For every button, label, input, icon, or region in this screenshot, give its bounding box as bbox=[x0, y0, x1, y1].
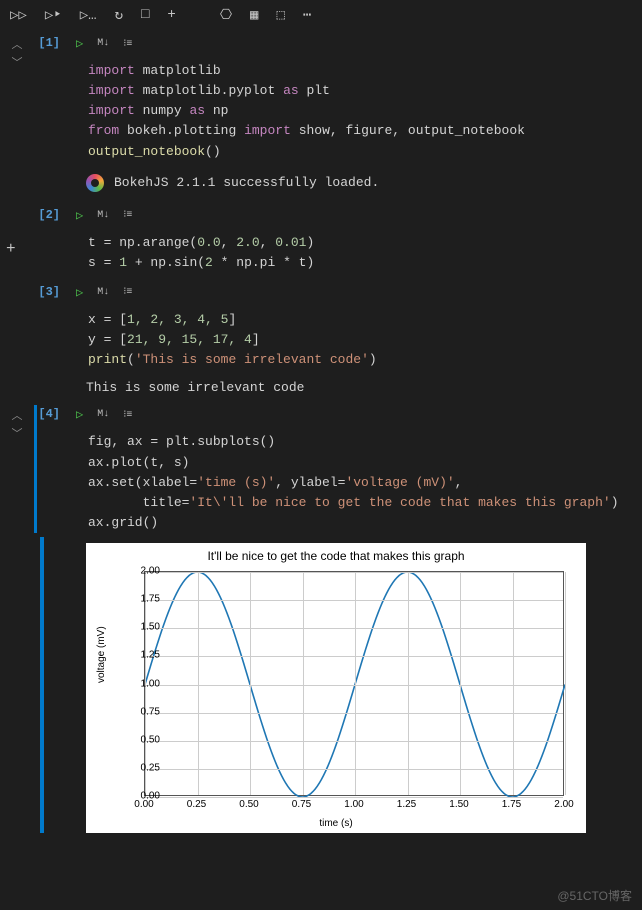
run-cell-icon[interactable]: ▷ bbox=[76, 285, 83, 300]
x-tick: 0.50 bbox=[239, 799, 258, 810]
cell-4[interactable]: ︿ ﹀ [4] ▷ M↓ ⁝≡ fig, ax = plt.subplots()… bbox=[0, 405, 642, 833]
cell-2[interactable]: [2] ▷ M↓ ⁝≡ t = np.arange(0.0, 2.0, 0.01… bbox=[0, 206, 642, 277]
x-tick: 1.00 bbox=[344, 799, 363, 810]
cell-gutter: ︿ ﹀ bbox=[0, 405, 34, 441]
export-icon[interactable]: ⬚ bbox=[276, 7, 284, 24]
active-cell-marker bbox=[34, 405, 37, 533]
cell-output: This is some irrelevant code bbox=[64, 374, 636, 399]
markdown-toggle[interactable]: M↓ bbox=[97, 287, 109, 298]
y-tick: 1.50 bbox=[141, 622, 160, 633]
chart-title: It'll be nice to get the code that makes… bbox=[86, 543, 586, 563]
cell-gutter: ︿ ﹀ bbox=[0, 34, 34, 70]
output-text: BokehJS 2.1.1 successfully loaded. bbox=[114, 175, 379, 190]
cell-menu-icon[interactable]: ⁝≡ bbox=[123, 209, 132, 221]
x-tick: 1.50 bbox=[449, 799, 468, 810]
grid-icon[interactable]: ▦ bbox=[250, 7, 258, 24]
notebook-body: ︿ ﹀ [1] ▷ M↓ ⁝≡ import matplotlib import… bbox=[0, 30, 642, 833]
cell-menu-icon[interactable]: ⁝≡ bbox=[123, 409, 132, 421]
plot-area bbox=[144, 571, 564, 796]
more-icon[interactable]: ⋯ bbox=[303, 7, 311, 24]
cell-menu-icon[interactable]: ⁝≡ bbox=[123, 38, 132, 50]
x-tick: 1.25 bbox=[397, 799, 416, 810]
cell-toolbar: ▷ M↓ ⁝≡ bbox=[64, 34, 636, 57]
chart-output: It'll be nice to get the code that makes… bbox=[86, 543, 586, 833]
run-cell-icon[interactable]: ▷ bbox=[76, 407, 83, 422]
cell-output: BokehJS 2.1.1 successfully loaded. bbox=[64, 166, 636, 196]
x-tick: 0.25 bbox=[187, 799, 206, 810]
cell-3[interactable]: [3] ▷ M↓ ⁝≡ x = [1, 2, 3, 4, 5] y = [21,… bbox=[0, 283, 642, 399]
exec-count: [4] bbox=[34, 405, 64, 421]
cell-menu-icon[interactable]: ⁝≡ bbox=[123, 286, 132, 298]
code-editor[interactable]: t = np.arange(0.0, 2.0, 0.01) s = 1 + np… bbox=[64, 229, 636, 277]
collapse-up-icon[interactable]: ︿ bbox=[12, 36, 23, 52]
run-below-icon[interactable]: ▷… bbox=[80, 7, 97, 24]
cell-toolbar: ▷ M↓ ⁝≡ bbox=[64, 405, 636, 428]
markdown-toggle[interactable]: M↓ bbox=[97, 38, 109, 49]
collapse-down-icon[interactable]: ﹀ bbox=[12, 425, 23, 441]
add-cell-icon[interactable]: + bbox=[167, 7, 175, 23]
markdown-toggle[interactable]: M↓ bbox=[97, 210, 109, 221]
y-tick: 0.25 bbox=[141, 762, 160, 773]
y-axis-label: voltage (mV) bbox=[96, 626, 107, 683]
code-editor[interactable]: import matplotlib import matplotlib.pypl… bbox=[64, 57, 636, 166]
cell-toolbar: ▷ M↓ ⁝≡ bbox=[64, 206, 636, 229]
watermark: @51CTO博客 bbox=[557, 887, 632, 904]
x-tick: 1.75 bbox=[502, 799, 521, 810]
x-tick: 2.00 bbox=[554, 799, 573, 810]
exec-count: [3] bbox=[34, 283, 64, 299]
output-marker bbox=[40, 537, 44, 833]
cell-toolbar: ▷ M↓ ⁝≡ bbox=[64, 283, 636, 306]
code-editor[interactable]: fig, ax = plt.subplots() ax.plot(t, s) a… bbox=[64, 428, 636, 537]
x-axis-label: time (s) bbox=[319, 818, 352, 829]
cell-1[interactable]: ︿ ﹀ [1] ▷ M↓ ⁝≡ import matplotlib import… bbox=[0, 34, 642, 196]
y-tick: 0.00 bbox=[141, 791, 160, 802]
y-tick: 0.50 bbox=[141, 734, 160, 745]
stop-icon[interactable]: □ bbox=[141, 7, 149, 23]
y-tick: 1.75 bbox=[141, 594, 160, 605]
exec-count: [2] bbox=[34, 206, 64, 222]
code-editor[interactable]: x = [1, 2, 3, 4, 5] y = [21, 9, 15, 17, … bbox=[64, 306, 636, 374]
x-tick: 0.75 bbox=[292, 799, 311, 810]
y-tick: 0.75 bbox=[141, 706, 160, 717]
exec-count: [1] bbox=[34, 34, 64, 50]
bokeh-logo-icon bbox=[86, 174, 104, 192]
collapse-up-icon[interactable]: ︿ bbox=[12, 407, 23, 423]
y-tick: 1.25 bbox=[141, 650, 160, 661]
restart-icon[interactable]: ↻ bbox=[115, 7, 123, 24]
variables-icon[interactable]: ⎔ bbox=[220, 7, 232, 24]
y-tick: 1.00 bbox=[141, 678, 160, 689]
run-all-icon[interactable]: ▷▷ bbox=[10, 7, 27, 24]
markdown-toggle[interactable]: M↓ bbox=[97, 409, 109, 420]
run-cell-icon[interactable]: ▷ bbox=[76, 36, 83, 51]
collapse-down-icon[interactable]: ﹀ bbox=[12, 54, 23, 70]
y-tick: 2.00 bbox=[141, 566, 160, 577]
run-cell-icon[interactable]: ▷ bbox=[76, 208, 83, 223]
run-next-icon[interactable]: ▷‣ bbox=[45, 7, 62, 24]
notebook-toolbar: ▷▷ ▷‣ ▷… ↻ □ + ⎔ ▦ ⬚ ⋯ bbox=[0, 0, 642, 30]
